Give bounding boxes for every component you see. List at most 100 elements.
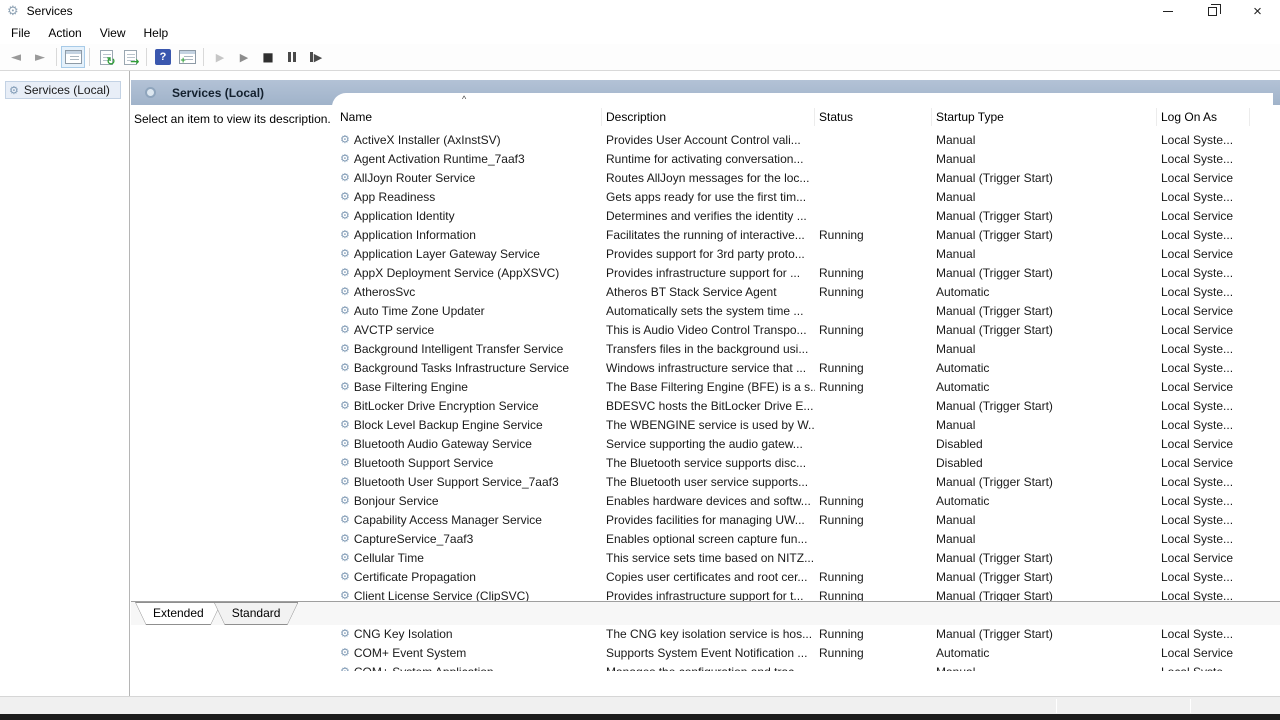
service-description: Enables hardware devices and softw...: [602, 494, 815, 508]
stop-service-button[interactable]: ■: [256, 46, 280, 68]
services-gear-icon: ⚙: [9, 84, 19, 97]
service-log-on-as: Local Syste...: [1157, 361, 1250, 375]
table-row[interactable]: ⚙CaptureService_7aaf3Enables optional sc…: [332, 529, 1250, 548]
pause-service-button[interactable]: [280, 46, 304, 68]
tab-extended[interactable]: Extended: [135, 602, 222, 625]
table-row[interactable]: ⚙CNG Key IsolationThe CNG key isolation …: [332, 624, 1250, 643]
resume-service-button[interactable]: ▶: [232, 46, 256, 68]
service-description: Provides infrastructure support for ...: [602, 266, 815, 280]
table-row[interactable]: ⚙Cellular TimeThis service sets time bas…: [332, 548, 1250, 567]
refresh-button[interactable]: ↻: [94, 46, 118, 68]
service-description: Windows infrastructure service that ...: [602, 361, 815, 375]
properties-button[interactable]: +: [175, 46, 199, 68]
service-description: The Bluetooth service supports disc...: [602, 456, 815, 470]
table-row[interactable]: ⚙ActiveX Installer (AxInstSV)Provides Us…: [332, 130, 1250, 149]
service-name: CaptureService_7aaf3: [354, 532, 473, 546]
minimize-button[interactable]: [1145, 0, 1190, 22]
export-list-button[interactable]: →: [118, 46, 142, 68]
table-row[interactable]: ⚙Application Layer Gateway ServiceProvid…: [332, 244, 1250, 263]
service-name: Certificate Propagation: [354, 570, 476, 584]
table-row[interactable]: ⚙Application InformationFacilitates the …: [332, 225, 1250, 244]
service-startup-type: Manual (Trigger Start): [932, 209, 1157, 223]
table-row[interactable]: ⚙COM+ System ApplicationManages the conf…: [332, 662, 1250, 671]
description-hint: Select an item to view its description.: [134, 112, 334, 126]
close-icon: ×: [1253, 4, 1262, 19]
table-row[interactable]: ⚙Bluetooth User Support Service_7aaf3The…: [332, 472, 1250, 491]
service-name: Bluetooth Support Service: [354, 456, 493, 470]
service-gear-icon: ⚙: [340, 342, 350, 355]
service-description: BDESVC hosts the BitLocker Drive E...: [602, 399, 815, 413]
table-row[interactable]: ⚙ Bluetooth Support Service The Bluetooth …: [332, 453, 1250, 472]
column-header-startup-type[interactable]: Startup Type: [932, 108, 1157, 126]
service-status: Running: [815, 228, 932, 242]
service-startup-type: Manual (Trigger Start): [932, 475, 1157, 489]
table-row[interactable]: ⚙Bonjour ServiceEnables hardware devices…: [332, 491, 1250, 510]
service-gear-icon: ⚙: [340, 304, 350, 317]
forward-button[interactable]: ►: [28, 46, 52, 68]
service-gear-icon: ⚙: [340, 171, 350, 184]
service-startup-type: Automatic: [932, 285, 1157, 299]
restore-button[interactable]: [1190, 0, 1235, 22]
table-row[interactable]: ⚙Application IdentityDetermines and veri…: [332, 206, 1250, 225]
service-status: Running: [815, 494, 932, 508]
service-gear-icon: ⚙: [340, 380, 350, 393]
service-gear-icon: ⚙: [340, 456, 350, 469]
service-startup-type: Manual (Trigger Start): [932, 551, 1157, 565]
table-row[interactable]: ⚙Capability Access Manager ServiceProvid…: [332, 510, 1250, 529]
table-row[interactable]: ⚙BitLocker Drive Encryption ServiceBDESV…: [332, 396, 1250, 415]
service-name: Capability Access Manager Service: [354, 513, 542, 527]
service-log-on-as: Local Syste...: [1157, 665, 1250, 672]
window-title: Services: [27, 4, 73, 18]
service-description: Gets apps ready for use the first tim...: [602, 190, 815, 204]
table-row[interactable]: ⚙Base Filtering EngineThe Base Filtering…: [332, 377, 1250, 396]
table-row[interactable]: ⚙AtherosSvcAtheros BT Stack Service Agen…: [332, 282, 1250, 301]
service-gear-icon: ⚙: [340, 513, 350, 526]
tab-standard[interactable]: Standard: [214, 602, 299, 625]
service-gear-icon: ⚙: [340, 190, 350, 203]
service-gear-icon: ⚙: [340, 152, 350, 165]
table-row[interactable]: ⚙Bluetooth Audio Gateway ServiceService …: [332, 434, 1250, 453]
table-row[interactable]: ⚙Background Intelligent Transfer Service…: [332, 339, 1250, 358]
column-header-description[interactable]: Description: [602, 108, 815, 126]
table-row[interactable]: ⚙Block Level Backup Engine ServiceThe WB…: [332, 415, 1250, 434]
menu-action[interactable]: Action: [39, 23, 90, 43]
service-gear-icon: ⚙: [340, 532, 350, 545]
table-row[interactable]: ⚙Auto Time Zone UpdaterAutomatically set…: [332, 301, 1250, 320]
service-description: The Base Filtering Engine (BFE) is a s..…: [602, 380, 815, 394]
start-service-button[interactable]: ▶: [208, 46, 232, 68]
service-status: Running: [815, 285, 932, 299]
table-row[interactable]: ⚙Background Tasks Infrastructure Service…: [332, 358, 1250, 377]
menu-file[interactable]: File: [2, 23, 39, 43]
restart-service-button[interactable]: ▶: [304, 46, 328, 68]
services-app-icon: ⚙: [7, 4, 19, 19]
menu-help[interactable]: Help: [135, 23, 178, 43]
table-row[interactable]: ⚙App ReadinessGets apps ready for use th…: [332, 187, 1250, 206]
table-row[interactable]: ⚙AppX Deployment Service (AppXSVC)Provid…: [332, 263, 1250, 282]
service-log-on-as: Local Syste...: [1157, 152, 1250, 166]
menu-view[interactable]: View: [91, 23, 135, 43]
table-row[interactable]: ⚙COM+ Event SystemSupports System Event …: [332, 643, 1250, 662]
service-description: This is Audio Video Control Transpo...: [602, 323, 815, 337]
table-row[interactable]: ⚙Agent Activation Runtime_7aaf3Runtime f…: [332, 149, 1250, 168]
tab-extended-label: Extended: [135, 602, 222, 620]
service-log-on-as: Local Syste...: [1157, 570, 1250, 584]
table-row[interactable]: ⚙Certificate PropagationCopies user cert…: [332, 567, 1250, 586]
service-log-on-as: Local Syste...: [1157, 266, 1250, 280]
service-name: Block Level Backup Engine Service: [354, 418, 543, 432]
workspace: ⚙ Services (Local) Services (Local) Sele…: [0, 71, 1280, 672]
service-gear-icon: ⚙: [340, 437, 350, 450]
tree-item-services-local[interactable]: ⚙ Services (Local): [5, 81, 121, 99]
column-header-status[interactable]: Status: [815, 108, 932, 126]
service-name: Bonjour Service: [354, 494, 439, 508]
column-header-log-on-as[interactable]: Log On As: [1157, 108, 1250, 126]
show-console-tree-button[interactable]: [61, 46, 85, 68]
close-button[interactable]: ×: [1235, 0, 1280, 22]
service-name: CNG Key Isolation: [354, 627, 453, 641]
column-header-name[interactable]: Name: [332, 108, 602, 126]
back-button[interactable]: ◄: [4, 46, 28, 68]
help-button[interactable]: ?: [151, 46, 175, 68]
service-status: Running: [815, 570, 932, 584]
table-row[interactable]: ⚙AVCTP serviceThis is Audio Video Contro…: [332, 320, 1250, 339]
service-log-on-as: Local Service: [1157, 456, 1250, 470]
table-row[interactable]: ⚙AllJoyn Router ServiceRoutes AllJoyn me…: [332, 168, 1250, 187]
